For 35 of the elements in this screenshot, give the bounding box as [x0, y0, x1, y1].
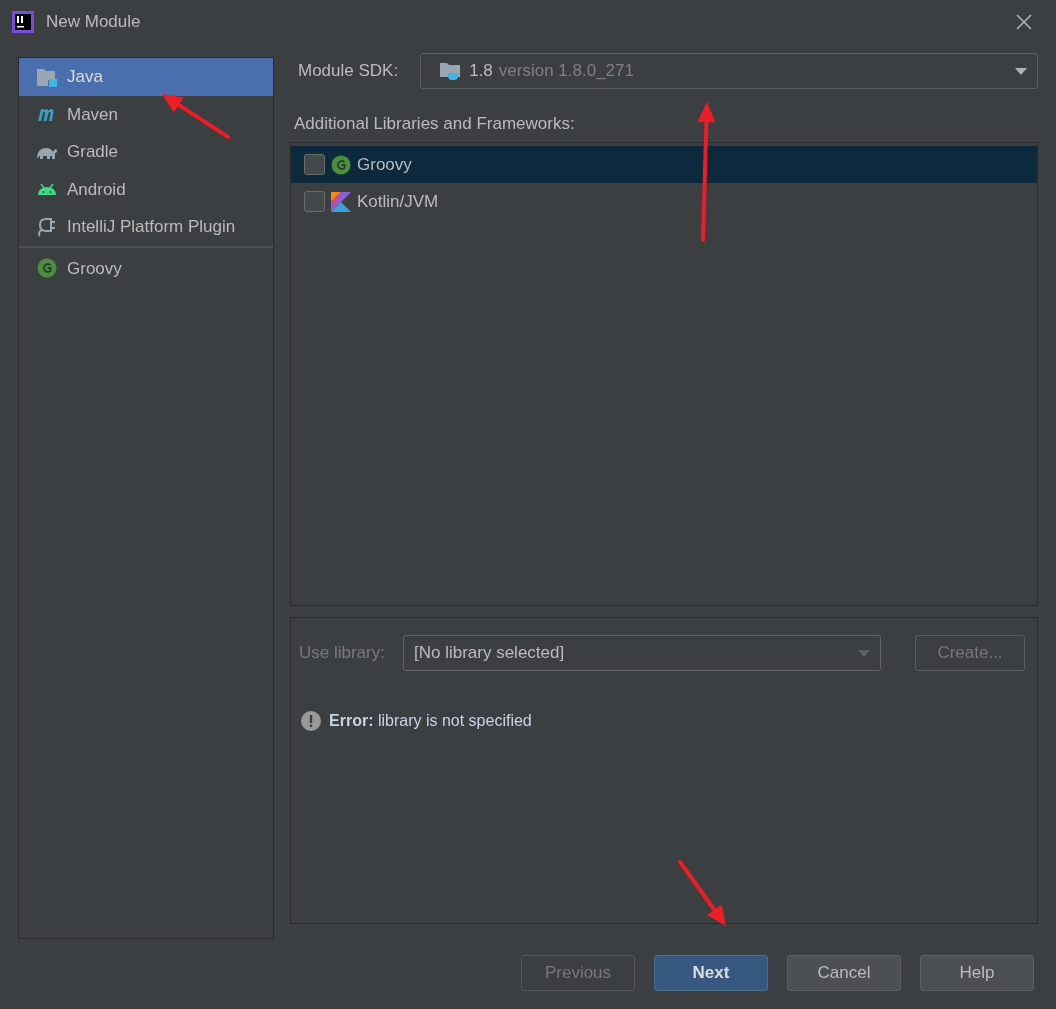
module-sdk-dropdown[interactable]: 1.8 version 1.8.0_271: [420, 53, 1038, 89]
folder-icon: [36, 66, 58, 87]
module-type-item[interactable]: Gradle: [19, 133, 273, 171]
frameworks-label: Additional Libraries and Frameworks:: [293, 113, 576, 135]
g-circle-icon: [331, 154, 351, 175]
module-sdk-label: Module SDK:: [298, 60, 399, 83]
exclamation-circle-icon: [301, 711, 321, 731]
checkbox[interactable]: [304, 154, 325, 175]
close-icon: [1016, 14, 1032, 30]
module-type-item[interactable]: Maven: [19, 95, 273, 133]
framework-item[interactable]: Groovy: [291, 146, 1037, 183]
module-type-item[interactable]: Android: [19, 170, 273, 208]
window-title: New Module: [46, 11, 142, 34]
dialog-button[interactable]: Help: [920, 955, 1034, 991]
checkbox[interactable]: [304, 191, 325, 212]
module-type-item[interactable]: Java: [19, 58, 273, 96]
annotation-arrow: [162, 94, 230, 139]
close-button[interactable]: [1014, 12, 1034, 32]
plug-icon: [36, 215, 58, 238]
dropdown-caret-icon: [1015, 67, 1027, 75]
framework-item[interactable]: Kotlin/JVM: [291, 183, 1037, 220]
app-logo-icon: [12, 11, 34, 33]
dialog-button[interactable]: Cancel: [787, 955, 901, 991]
next-button[interactable]: Next: [654, 955, 768, 991]
annotation-arrow: [678, 860, 726, 926]
sdk-version: 1.8: [469, 60, 493, 83]
sdk-version-detail: version 1.8.0_271: [498, 60, 635, 83]
android-icon: [36, 181, 58, 198]
error-message: Error: library is not specified: [329, 711, 532, 731]
g-circle-icon: [37, 258, 57, 279]
module-type-item[interactable]: IntelliJ Platform Plugin: [19, 208, 273, 246]
module-type-item[interactable]: Groovy: [19, 249, 273, 287]
dropdown-caret-icon: [857, 649, 870, 657]
use-library-label: Use library:: [299, 642, 385, 665]
kotlin-icon: [331, 191, 351, 212]
